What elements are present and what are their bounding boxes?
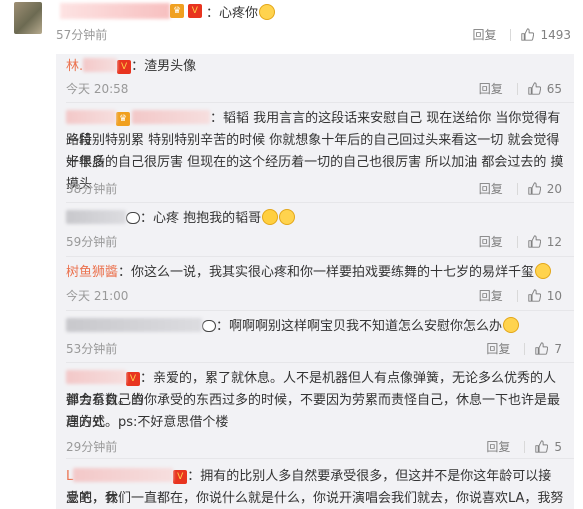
reply-item: ：心疼 抱抱我的韬哥 59分钟前 回复 12 — [56, 206, 574, 256]
divider — [66, 102, 574, 103]
thumb-up-icon[interactable] — [528, 235, 541, 248]
timestamp: 57分钟前 — [56, 28, 108, 42]
divider — [66, 256, 574, 257]
timestamp: 今天 21:00 — [66, 289, 129, 303]
thumb-up-icon[interactable] — [535, 440, 548, 453]
divider — [66, 458, 574, 459]
reply-button[interactable]: 回复 — [479, 233, 503, 250]
username-redacted[interactable] — [66, 210, 126, 224]
comment-actions: 回复 1493 — [472, 26, 571, 43]
username-redacted[interactable] — [60, 3, 170, 19]
action-separator — [524, 342, 526, 355]
thumb-up-icon[interactable] — [535, 342, 548, 355]
reply-actions: 回复 5 — [486, 438, 562, 455]
replies-panel: 林. V ：渣男头像 今天 20:58 回复 65 ♛ ：韬韬 我用言言的这段话来安慰… — [56, 54, 574, 509]
comment-body: 心疼你 — [219, 6, 259, 21]
reply-actions: 回复 12 — [479, 233, 562, 250]
sad-emoji-icon — [503, 317, 520, 333]
like-count: 12 — [546, 234, 562, 249]
reply-button[interactable]: 回复 — [479, 287, 503, 304]
crying-emoji-icon — [262, 209, 279, 225]
action-separator — [524, 440, 526, 453]
thumb-up-icon[interactable] — [528, 289, 541, 302]
crown-badge-icon: ♛ — [116, 111, 130, 126]
action-separator — [516, 82, 518, 95]
panda-emoji-icon — [126, 212, 140, 224]
reply-body: ：你这么一说，我其实很心疼和你一样要拍戏要练舞的十七岁的易烊千玺 — [118, 265, 535, 280]
action-separator — [516, 182, 518, 195]
reply-text: ：心疼 抱抱我的韬哥 — [66, 208, 564, 230]
badges: ♛ V — [170, 3, 202, 18]
reply-actions: 回复 10 — [479, 287, 562, 304]
divider — [66, 362, 574, 363]
reply-username[interactable]: 树鱼狮醬 — [66, 265, 118, 280]
reply-body: ：心疼 抱抱我的韬哥 — [140, 211, 262, 226]
divider — [66, 310, 574, 311]
like-count: 10 — [546, 288, 562, 303]
like-count: 65 — [546, 81, 562, 96]
crown-badge-icon: ♛ — [170, 3, 184, 18]
timestamp: 53分钟前 — [66, 342, 118, 356]
reply-body: ：啊啊啊别这样啊宝贝我不知道怎么安慰你怎么办 — [216, 319, 503, 334]
vip-badge-icon: V — [126, 371, 140, 386]
reply-text: 林. V ：渣男头像 — [66, 56, 564, 78]
username-redacted — [132, 110, 210, 124]
reply-actions: 回复 65 — [479, 80, 562, 97]
reply-button[interactable]: 回复 — [479, 80, 503, 97]
like-count: 5 — [554, 439, 562, 454]
comment-text: ：心疼你 — [206, 2, 276, 21]
username-redacted — [83, 58, 118, 72]
thumb-up-icon[interactable] — [521, 28, 534, 41]
vip-badge-icon: V — [117, 59, 132, 74]
reply-body: ：渣男头像 — [131, 59, 197, 74]
divider — [66, 202, 574, 203]
action-separator — [516, 289, 518, 302]
username-redacted[interactable] — [66, 318, 202, 332]
reply-item: ♛ ：韬韬 我用言言的这段话来安慰自己 现在送给你 当你觉得有一段 路特别特别累 … — [56, 106, 574, 202]
sad-emoji-icon — [535, 263, 552, 279]
timestamp: 58分钟前 — [66, 182, 118, 196]
action-separator — [516, 235, 518, 248]
reply-button[interactable]: 回复 — [472, 26, 496, 43]
reply-item: L V ：拥有的比别人多自然要承受很多，但这并不是你这年龄可以接受的，休 息吧，我们… — [56, 462, 574, 509]
reply-text: 树鱼狮醬：你这么一说，我其实很心疼和你一样要拍戏要练舞的十七岁的易烊千玺 — [66, 262, 564, 284]
timestamp: 今天 20:58 — [66, 82, 129, 96]
sad-emoji-icon — [259, 4, 276, 20]
reply-username[interactable]: 林. — [66, 59, 83, 74]
thumb-up-icon[interactable] — [528, 82, 541, 95]
like-count: 1493 — [540, 27, 571, 42]
reply-button[interactable]: 回复 — [486, 340, 510, 357]
vip-badge-icon: V — [187, 3, 202, 18]
reply-button[interactable]: 回复 — [486, 438, 510, 455]
username-redacted[interactable] — [66, 370, 126, 384]
avatar[interactable] — [14, 2, 42, 34]
reply-button[interactable]: 回复 — [479, 180, 503, 197]
timestamp: 59分钟前 — [66, 235, 118, 249]
panda-emoji-icon — [202, 320, 216, 332]
username-redacted — [73, 468, 174, 482]
reply-text: ：啊啊啊别这样啊宝贝我不知道怎么安慰你怎么办 — [66, 316, 564, 338]
like-count: 7 — [554, 341, 562, 356]
timestamp: 29分钟前 — [66, 440, 118, 454]
reply-item: 林. V ：渣男头像 今天 20:58 回复 65 — [56, 54, 574, 102]
reply-item: 树鱼狮醬：你这么一说，我其实很心疼和你一样要拍戏要练舞的十七岁的易烊千玺 今天 … — [56, 260, 574, 310]
reply-text-line: 理方式。ps:不好意思借个楼 — [66, 415, 229, 430]
hug-emoji-icon — [279, 209, 296, 225]
reply-actions: 回复 20 — [479, 180, 562, 197]
username-redacted[interactable] — [66, 110, 116, 124]
top-comment: ♛ V ：心疼你 57分钟前 回复 1493 — [0, 0, 583, 48]
vip-badge-icon: V — [173, 469, 188, 484]
thumb-up-icon[interactable] — [528, 182, 541, 195]
like-count: 20 — [546, 181, 562, 196]
action-separator — [510, 28, 512, 41]
reply-item: V ：亲爱的，累了就休息。人不是机器但人有点像弹簧，无论多么优秀的人都会有自己的 … — [56, 366, 574, 462]
reply-text-line: 息吧，我们一直都在，你说什么就是什么，你说开演唱会我们就去，你说喜欢LA，我努力… — [66, 491, 564, 506]
reply-item: ：啊啊啊别这样啊宝贝我不知道怎么安慰你怎么办 53分钟前 回复 7 — [56, 314, 574, 362]
reply-actions: 回复 7 — [486, 340, 562, 357]
reply-username[interactable]: L — [66, 469, 73, 484]
comment-separator: ： — [206, 6, 220, 21]
